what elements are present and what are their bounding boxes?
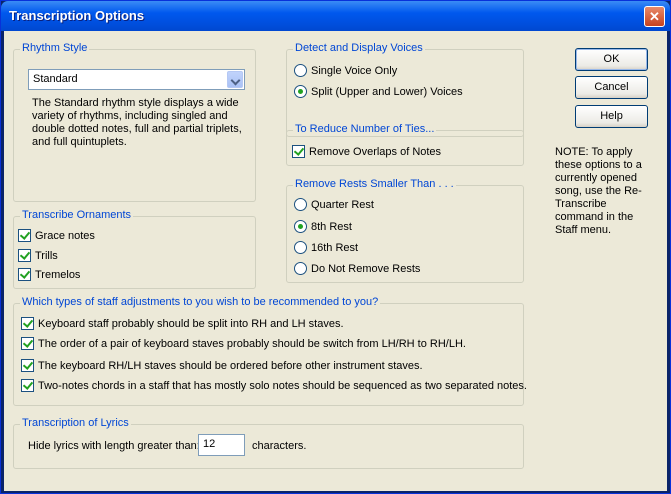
checkbox-box[interactable] [18, 249, 31, 262]
rest-16th-radio[interactable]: 16th Rest [294, 241, 358, 254]
lyrics-label: Hide lyrics with length greater than: [28, 440, 200, 452]
voice-split-radio[interactable]: Split (Upper and Lower) Voices [294, 85, 463, 98]
checkbox-label: Two-notes chords in a staff that has mos… [38, 379, 527, 392]
radio-circle[interactable] [294, 262, 307, 275]
radio-circle[interactable] [294, 241, 307, 254]
rhythm-style-select[interactable]: Standard [28, 69, 245, 90]
checkbox-label: Grace notes [35, 229, 95, 242]
checkbox-label: The keyboard RH/LH staves should be orde… [38, 359, 423, 372]
cancel-button[interactable]: Cancel [575, 76, 648, 99]
radio-circle[interactable] [294, 64, 307, 77]
grace-notes-checkbox[interactable]: Grace notes [18, 229, 95, 242]
rest-quarter-radio[interactable]: Quarter Rest [294, 198, 374, 211]
staff-chords-checkbox[interactable]: Two-notes chords in a staff that has mos… [21, 379, 527, 392]
staff-order-checkbox[interactable]: The order of a pair of keyboard staves p… [21, 337, 466, 350]
trills-checkbox[interactable]: Trills [18, 249, 58, 262]
lyrics-suffix: characters. [252, 440, 306, 452]
voices-title: Detect and Display Voices [293, 42, 425, 54]
dialog-client: Rhythm Style Standard The Standard rhyth… [4, 31, 667, 491]
checkbox-label: Tremelos [35, 268, 81, 281]
lyrics-title: Transcription of Lyrics [20, 417, 131, 429]
lyrics-length-input[interactable]: 12 [198, 434, 245, 456]
radio-label: Split (Upper and Lower) Voices [311, 85, 463, 98]
checkbox-box[interactable] [292, 145, 305, 158]
checkbox-label: The order of a pair of keyboard staves p… [38, 337, 466, 350]
rests-title: Remove Rests Smaller Than . . . [293, 178, 456, 190]
radio-circle[interactable] [294, 85, 307, 98]
checkbox-box[interactable] [18, 229, 31, 242]
checkbox-box[interactable] [18, 268, 31, 281]
dialog-window: Transcription Options ✕ Rhythm Style Sta… [0, 0, 671, 494]
help-button[interactable]: Help [575, 105, 648, 128]
checkbox-label: Remove Overlaps of Notes [309, 145, 442, 158]
note-text: NOTE: To apply these options to a curren… [555, 146, 642, 236]
checkbox-box[interactable] [21, 359, 34, 372]
rest-none-radio[interactable]: Do Not Remove Rests [294, 262, 420, 275]
close-icon: ✕ [649, 9, 660, 24]
radio-label: Quarter Rest [311, 198, 374, 211]
checkbox-label: Trills [35, 249, 58, 262]
radio-label: 16th Rest [311, 241, 359, 254]
checkbox-box[interactable] [21, 337, 34, 350]
checkbox-label: Keyboard staff probably should be split … [38, 317, 344, 330]
rhythm-style-title: Rhythm Style [20, 42, 90, 54]
lyrics-label-text: Hide lyrics with length greater than: [28, 440, 200, 452]
rhythm-style-description: The Standard rhythm style displays a wid… [32, 97, 242, 148]
voice-single-radio[interactable]: Single Voice Only [294, 64, 397, 77]
close-button[interactable]: ✕ [644, 6, 665, 27]
staff-before-checkbox[interactable]: The keyboard RH/LH staves should be orde… [21, 359, 423, 372]
staff-title: Which types of staff adjustments to you … [20, 296, 381, 308]
rhythm-style-value: Standard [33, 73, 78, 85]
rest-8th-radio[interactable]: 8th Rest [294, 220, 352, 233]
remove-overlaps-checkbox[interactable]: Remove Overlaps of Notes [292, 145, 441, 158]
lyrics-suffix-text: characters. [252, 440, 307, 452]
window-title: Transcription Options [9, 8, 145, 23]
checkbox-box[interactable] [21, 379, 34, 392]
radio-circle[interactable] [294, 198, 307, 211]
tremelos-checkbox[interactable]: Tremelos [18, 268, 80, 281]
radio-circle[interactable] [294, 220, 307, 233]
radio-label: Do Not Remove Rests [311, 262, 421, 275]
ok-button[interactable]: OK [575, 48, 648, 71]
staff-split-checkbox[interactable]: Keyboard staff probably should be split … [21, 317, 344, 330]
radio-label: Single Voice Only [311, 64, 398, 77]
chevron-down-icon[interactable] [227, 71, 243, 88]
radio-label: 8th Rest [311, 220, 352, 233]
checkbox-box[interactable] [21, 317, 34, 330]
ornaments-title: Transcribe Ornaments [20, 209, 134, 221]
title-bar[interactable]: Transcription Options ✕ [1, 1, 670, 31]
ties-title: To Reduce Number of Ties... [293, 123, 437, 135]
